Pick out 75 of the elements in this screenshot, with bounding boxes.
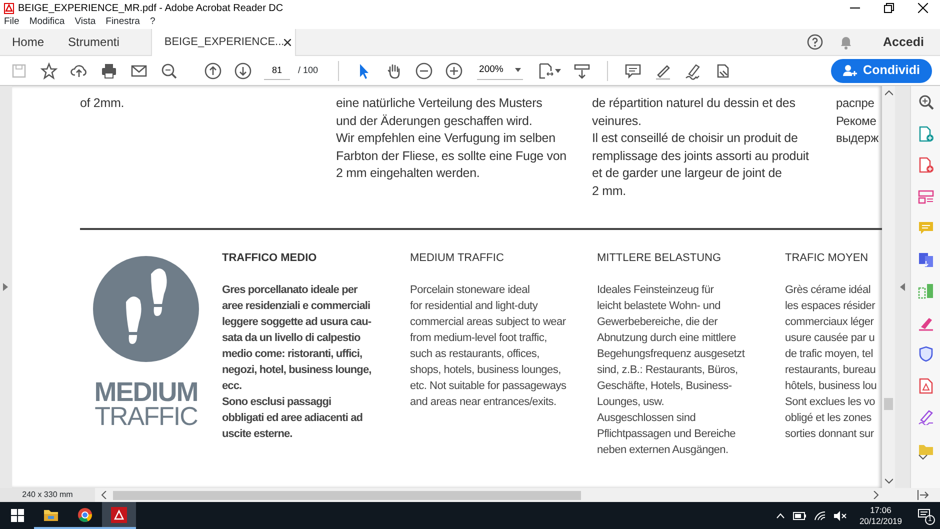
menu-item[interactable]: Modifica bbox=[29, 15, 65, 30]
arrow-down-icon[interactable] bbox=[234, 62, 252, 80]
shield-icon[interactable] bbox=[918, 346, 934, 362]
scroll-down-icon[interactable] bbox=[884, 478, 893, 484]
paragraph: of 2mm. bbox=[80, 95, 126, 112]
scrollbar-thumb[interactable] bbox=[884, 398, 894, 410]
acrobat-icon[interactable] bbox=[111, 506, 127, 522]
zoom-icon[interactable] bbox=[918, 94, 934, 110]
caret-icon bbox=[515, 68, 522, 72]
fit-page-icon[interactable] bbox=[537, 62, 556, 80]
star-icon[interactable] bbox=[40, 62, 58, 80]
clock-date[interactable]: 20/12/2019 bbox=[859, 516, 902, 526]
comment-icon[interactable] bbox=[624, 62, 642, 80]
document-add-icon[interactable] bbox=[918, 126, 934, 142]
tab[interactable]: BEIGE_EXPERIENCE... bbox=[151, 28, 296, 56]
paragraph: Gres porcellanato ideale per aree residenziali e commerciali leggere soggette ad usura cau- sata da un livello di calpestio medio come: ristoranti, uffici, negozi, hotel, business lounge, ecc. Sono esclusi passaggi obbligati ed aree adiacenti ad uscite esterne. bbox=[222, 282, 372, 442]
browser-icon[interactable] bbox=[77, 506, 93, 522]
menu-item[interactable]: Vista bbox=[74, 15, 96, 30]
print-icon[interactable] bbox=[100, 62, 118, 80]
expand-arrow-icon[interactable] bbox=[3, 283, 8, 291]
paragraph: Ideales Feinsteinzeug für leicht belastete Wohn- und Gewerbebereiche, die der Abnutzung durch eine mittlere Begehungsfrequenz ausgesetzt sind, z.B.: Restaurants, Büros, Geschäfte, Hotels, Business- Lounges, usw. Ausgeschlossen sind Pflichtpassagen und Bereiche neben externen Ausgängen. bbox=[596, 282, 746, 458]
panel-toggle-icon[interactable] bbox=[917, 490, 929, 500]
paragraph: Grès cérame idéal les espaces résider commerciaux léger usure causée par u de trafic moyen, tel restaurants, bureau hôtels, business lou Sont exclues les vo obligé et les zones sorties donnant sur bbox=[784, 282, 877, 442]
window-title: BEIGE_EXPERIENCE_MR.pdf - Adobe Acrobat Reader DC bbox=[18, 2, 284, 16]
scroll-up-icon[interactable] bbox=[884, 90, 893, 96]
speaker-muted-icon[interactable] bbox=[834, 510, 848, 520]
document-export-icon[interactable] bbox=[918, 157, 934, 173]
section-heading: MEDIUM TRAFFIC bbox=[410, 251, 505, 266]
zoom-out-icon[interactable] bbox=[415, 62, 434, 80]
menu-item[interactable]: File bbox=[4, 15, 20, 30]
share-button[interactable]: Condividi bbox=[831, 58, 932, 82]
chevron-up-icon[interactable] bbox=[776, 512, 786, 518]
signature-pen-icon[interactable] bbox=[918, 409, 934, 425]
scroll-left-icon[interactable] bbox=[101, 491, 107, 499]
acrobat-taskbar-button[interactable] bbox=[102, 502, 136, 529]
zoom-in-icon[interactable] bbox=[445, 62, 464, 80]
collapse-arrow-icon[interactable] bbox=[900, 283, 906, 291]
pdf-file-icon[interactable] bbox=[918, 378, 934, 394]
bell-icon[interactable] bbox=[839, 34, 853, 50]
sign-in-link[interactable]: Accedi bbox=[883, 32, 924, 52]
menu-item[interactable]: ? bbox=[150, 15, 156, 30]
restore-icon[interactable] bbox=[884, 3, 894, 13]
wifi-icon[interactable] bbox=[814, 510, 826, 520]
paragraph: eine natürliche Verteilung des Musters und der Äderungen geschaffen wird. Wir empfehlen eine Verfugung im selben Farbton der Fliese, es sollte eine Fuge von 2 mm eingehalten werden. bbox=[336, 95, 568, 182]
paragraph: Porcelain stoneware ideal for residential and light-duty commercial areas subject to wear from medium-level foot traffic, such as restaurants, offices, shops, hotels, business lounges, etc. Not suitable for passageways and areas near entrances/exits. bbox=[410, 282, 568, 410]
badge-title: MEDIUM bbox=[94, 380, 198, 404]
help-icon[interactable] bbox=[807, 34, 823, 50]
paragraph: de répartition naturel du dessin et des veinures. Il est conseillé de choisir un produit de remplissage des joints assorti au produit et de garder une largeur de joint de 2 mm. bbox=[592, 95, 810, 200]
tab[interactable]: Home bbox=[0, 28, 56, 56]
badge-subtitle: TRAFFIC bbox=[94, 404, 198, 428]
layout-icon[interactable] bbox=[918, 188, 934, 204]
signature-icon[interactable] bbox=[684, 62, 702, 80]
arrow-up-icon[interactable] bbox=[204, 62, 222, 80]
person-add-icon bbox=[843, 64, 858, 77]
clock-time[interactable]: 17:06 bbox=[870, 504, 892, 516]
paragraph: распре Рекоме выдерж bbox=[836, 95, 880, 147]
battery-icon[interactable] bbox=[793, 512, 806, 520]
scroll-right-icon[interactable] bbox=[873, 491, 879, 499]
menu-item[interactable]: Finestra bbox=[106, 15, 140, 30]
convert-icon[interactable] bbox=[918, 252, 934, 268]
close-icon[interactable] bbox=[918, 3, 928, 13]
section-heading: TRAFIC MOYEN bbox=[784, 251, 870, 266]
page-count-label: / 100 bbox=[298, 64, 318, 77]
close-tab-icon[interactable] bbox=[284, 38, 292, 46]
horizontal-scrollbar-thumb[interactable] bbox=[113, 490, 581, 500]
acrobat-icon bbox=[4, 2, 14, 14]
tab[interactable]: Strumenti bbox=[56, 28, 132, 56]
section-heading: TRAFFICO MEDIO bbox=[222, 251, 318, 266]
windows-logo-icon[interactable] bbox=[10, 509, 24, 522]
page-size-label: 240 x 330 mm bbox=[22, 489, 73, 501]
caret-icon[interactable] bbox=[555, 68, 562, 72]
section-heading: MITTLERE BELASTUNG bbox=[596, 251, 722, 266]
scroll-mode-icon[interactable] bbox=[573, 62, 592, 80]
search-icon[interactable] bbox=[160, 62, 178, 80]
footprints-icon bbox=[90, 254, 201, 364]
